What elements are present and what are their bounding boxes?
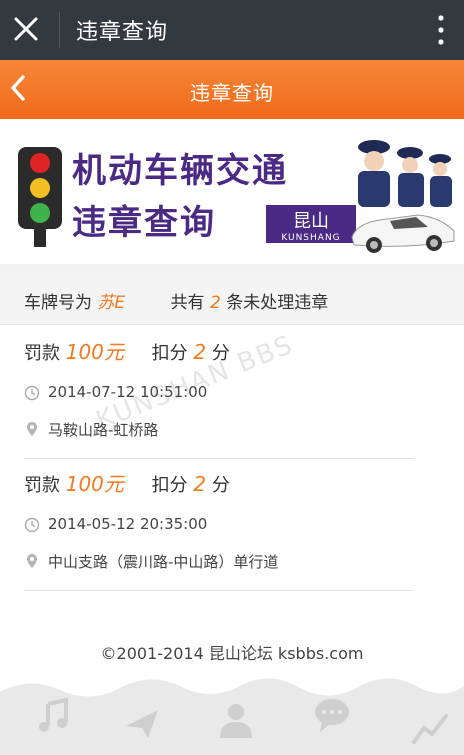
summary-prefix: 车牌号为 bbox=[24, 293, 92, 313]
violation-time: 2014-07-12 10:51:00 bbox=[48, 383, 208, 401]
points-label: 扣分 bbox=[151, 343, 188, 364]
section-divider bbox=[0, 264, 464, 272]
summary-text: 车牌号为 苏E 共有 2 条未处理违章 bbox=[24, 288, 328, 313]
fine-amount: 100元 bbox=[65, 472, 124, 496]
banner-title-line1: 机动车辆交通 bbox=[72, 151, 288, 191]
points-unit: 分 bbox=[211, 343, 230, 364]
fine-row: 罚款 100元 扣分 2 分 bbox=[24, 336, 414, 365]
app-bar: 违章查询 bbox=[0, 0, 464, 60]
chat-icon bbox=[315, 699, 349, 732]
badge-city: 昆山 bbox=[293, 211, 329, 232]
fine-row: 罚款 100元 扣分 2 分 bbox=[24, 468, 414, 497]
fine-label: 罚款 bbox=[24, 475, 60, 496]
violation-record[interactable]: 罚款 100元 扣分 2 分 2014-07-12 10:51:00 马鞍山路-… bbox=[24, 336, 414, 459]
plate-summary: 车牌号为 苏E 共有 2 条未处理违章 bbox=[0, 272, 464, 325]
fine-amount: 100元 bbox=[65, 340, 124, 364]
close-icon[interactable] bbox=[12, 15, 40, 43]
clock-icon bbox=[24, 517, 40, 533]
violation-time: 2014-05-12 20:35:00 bbox=[48, 515, 208, 533]
badge-city-en: KUNSHANG bbox=[281, 233, 341, 243]
app-title: 违章查询 bbox=[76, 20, 169, 45]
green-lamp bbox=[30, 203, 50, 223]
copyright-text: ©2001-2014 昆山论坛 ksbbs.com bbox=[100, 644, 364, 663]
points-value: 2 bbox=[193, 472, 207, 496]
more-options-icon[interactable] bbox=[438, 14, 444, 46]
record-divider bbox=[24, 590, 414, 591]
divider bbox=[59, 12, 60, 48]
violation-location: 中山支路（震川路-中山路）单行道 bbox=[48, 553, 279, 571]
points-label: 扣分 bbox=[151, 475, 188, 496]
summary-middle: 共有 bbox=[170, 293, 205, 313]
location-row: 马鞍山路-虹桥路 bbox=[24, 419, 414, 440]
person-icon bbox=[220, 704, 252, 738]
location-pin-icon bbox=[27, 422, 37, 436]
location-row: 中山支路（震川路-中山路）单行道 bbox=[24, 551, 414, 572]
time-row: 2014-05-12 20:35:00 bbox=[24, 515, 414, 533]
summary-suffix: 条未处理违章 bbox=[226, 293, 329, 313]
yellow-lamp bbox=[30, 178, 50, 198]
page-title: 违章查询 bbox=[190, 81, 274, 105]
sports-car-image bbox=[351, 214, 455, 253]
banner-title-line2: 违章查询 bbox=[72, 203, 216, 243]
banner: 机动车辆交通 违章查询 昆山 KUNSHANG bbox=[0, 119, 464, 264]
traffic-light-pole bbox=[34, 227, 46, 247]
points-value: 2 bbox=[193, 340, 207, 364]
music-icon bbox=[39, 697, 68, 732]
red-lamp bbox=[30, 153, 50, 173]
plane-icon bbox=[126, 710, 158, 738]
chart-icon bbox=[412, 714, 448, 744]
clock-icon bbox=[24, 385, 40, 401]
location-pin-icon bbox=[27, 554, 37, 568]
record-divider bbox=[24, 458, 414, 459]
plate-number: 苏E bbox=[97, 293, 126, 313]
page-header: 违章查询 bbox=[0, 60, 464, 119]
plate-mask bbox=[125, 294, 166, 312]
violation-location: 马鞍山路-虹桥路 bbox=[48, 421, 159, 439]
police-officers-image bbox=[358, 140, 452, 207]
traffic-light-icon bbox=[18, 147, 62, 229]
points-unit: 分 bbox=[211, 475, 230, 496]
violation-count: 2 bbox=[209, 293, 221, 313]
time-row: 2014-07-12 10:51:00 bbox=[24, 383, 414, 401]
city-badge: 昆山 KUNSHANG bbox=[266, 205, 356, 243]
violation-record[interactable]: 罚款 100元 扣分 2 分 2014-05-12 20:35:00 中山支路（… bbox=[24, 468, 414, 591]
fine-label: 罚款 bbox=[24, 343, 60, 364]
